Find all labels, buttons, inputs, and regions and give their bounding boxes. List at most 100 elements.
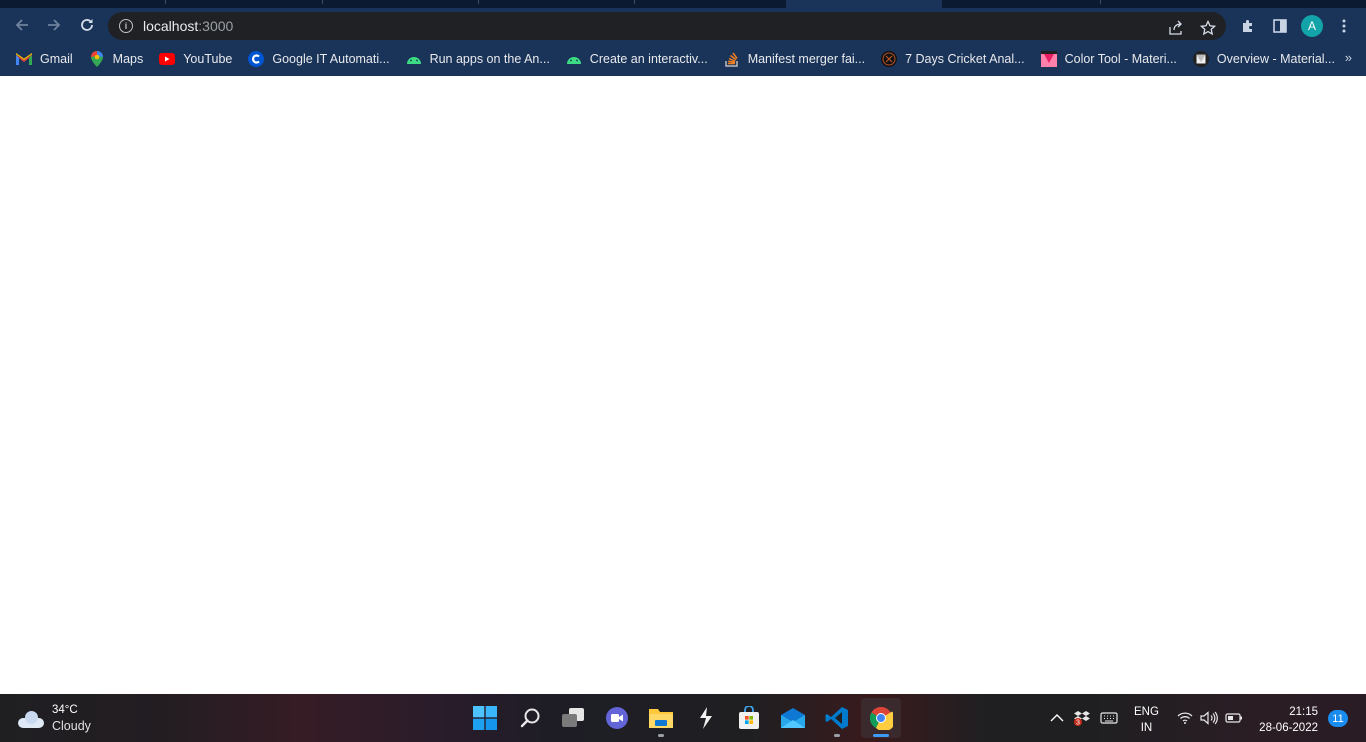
stackoverflow-icon	[724, 51, 740, 67]
address-bar[interactable]: i localhost:3000	[108, 12, 1226, 40]
tab-separator	[478, 0, 479, 4]
lightning-icon	[700, 707, 712, 729]
gmail-icon	[16, 51, 32, 67]
task-view-button[interactable]	[553, 698, 593, 738]
store-icon	[739, 706, 759, 729]
battery-icon	[1225, 713, 1242, 723]
tab-separator	[634, 0, 635, 4]
dropbox-tray-icon[interactable]: 3	[1072, 694, 1092, 742]
side-panel-icon	[1273, 19, 1287, 33]
browser-menu-button[interactable]	[1334, 16, 1354, 36]
cricket-icon	[881, 50, 898, 67]
bookmarks-overflow-button[interactable]: »	[1345, 50, 1352, 65]
teams-chat-button[interactable]	[597, 698, 637, 738]
chrome-button[interactable]	[861, 698, 901, 738]
weather-condition: Cloudy	[52, 719, 91, 733]
bookmark-label: Gmail	[40, 51, 73, 66]
language-region: IN	[1140, 722, 1153, 734]
bookmark-google-it-automation[interactable]: Google IT Automati...	[240, 45, 397, 73]
dropbox-icon: 3	[1074, 711, 1090, 727]
search-icon	[520, 708, 540, 728]
maps-icon	[89, 50, 105, 67]
clock[interactable]: 21:15 28-06-2022	[1259, 704, 1318, 736]
touch-keyboard-button[interactable]	[1099, 694, 1119, 742]
wifi-icon	[1177, 712, 1193, 724]
browser-toolbar: i localhost:3000 A	[0, 8, 1366, 41]
share-icon	[1169, 20, 1182, 35]
bookmark-label: 7 Days Cricket Anal...	[905, 51, 1025, 66]
bookmark-overview-material[interactable]: Overview - Material...	[1185, 45, 1343, 73]
bookmark-manifest-merger[interactable]: Manifest merger fai...	[716, 45, 873, 73]
bookmark-youtube[interactable]: YouTube	[151, 45, 240, 73]
youtube-icon	[159, 51, 176, 67]
android-icon	[566, 51, 582, 67]
lightning-app-button[interactable]	[685, 698, 725, 738]
forward-button[interactable]	[41, 12, 67, 38]
weather-widget[interactable]: 34°C Cloudy	[18, 703, 91, 734]
tab-separator	[1100, 0, 1101, 4]
extensions-button[interactable]	[1238, 16, 1258, 36]
bookmark-label: YouTube	[183, 51, 233, 66]
dropbox-badge: 3	[1076, 720, 1080, 727]
taskbar: 34°C Cloudy 3 ENG IN 21:15 28-06-2022 11	[0, 694, 1366, 742]
speaker-icon	[1200, 711, 1218, 725]
network-button[interactable]	[1176, 694, 1194, 742]
mail-icon	[781, 708, 805, 728]
bookmarks-bar: Gmail Maps YouTube Google IT Automati...…	[0, 41, 1366, 76]
bookmark-label: Create an interactiv...	[589, 51, 708, 66]
bookmark-label: Color Tool - Materi...	[1064, 51, 1177, 66]
url-port: :3000	[198, 18, 234, 34]
reload-button[interactable]	[74, 12, 100, 38]
keyboard-icon	[1100, 712, 1118, 724]
bookmark-label: Google IT Automati...	[272, 51, 390, 66]
bookmark-label: Manifest merger fai...	[747, 51, 866, 66]
bookmark-gmail[interactable]: Gmail	[8, 45, 81, 73]
bookmark-color-tool[interactable]: Color Tool - Materi...	[1033, 45, 1185, 73]
url-text[interactable]: localhost:3000	[143, 18, 233, 34]
star-icon	[1200, 20, 1216, 36]
clock-date: 28-06-2022	[1259, 722, 1318, 734]
bookmark-maps[interactable]: Maps	[81, 45, 152, 73]
tab-separator	[165, 0, 166, 4]
share-button[interactable]	[1166, 18, 1186, 38]
show-hidden-icons-button[interactable]	[1048, 694, 1066, 742]
arrow-left-icon	[15, 19, 28, 31]
active-indicator	[873, 734, 889, 737]
microsoft-store-button[interactable]	[729, 698, 769, 738]
active-tab[interactable]	[786, 0, 942, 8]
chat-icon	[606, 707, 628, 729]
arrow-right-icon	[48, 19, 61, 31]
vscode-icon	[825, 707, 848, 729]
tab-strip	[0, 0, 1366, 8]
bookmark-run-apps-android[interactable]: Run apps on the An...	[398, 45, 558, 73]
language-code: ENG	[1134, 706, 1159, 718]
mail-button[interactable]	[773, 698, 813, 738]
notification-center-badge[interactable]: 11	[1328, 710, 1348, 727]
start-button[interactable]	[465, 698, 505, 738]
volume-button[interactable]	[1199, 694, 1219, 742]
page-content	[0, 76, 1366, 694]
battery-button[interactable]	[1224, 694, 1244, 742]
vscode-button[interactable]	[817, 698, 857, 738]
file-explorer-button[interactable]	[641, 698, 681, 738]
input-language-button[interactable]: ENG IN	[1134, 704, 1159, 736]
bookmark-cricket-analysis[interactable]: 7 Days Cricket Anal...	[873, 45, 1033, 73]
tab-separator	[322, 0, 323, 4]
running-indicator	[834, 734, 840, 737]
more-vert-icon	[1342, 19, 1346, 33]
chevron-up-icon	[1050, 714, 1064, 722]
search-button[interactable]	[510, 698, 550, 738]
back-button[interactable]	[9, 12, 35, 38]
chrome-icon	[869, 707, 893, 730]
task-view-icon	[562, 708, 584, 727]
cloud-icon	[18, 710, 44, 728]
side-panel-button[interactable]	[1270, 16, 1290, 36]
android-icon	[406, 51, 422, 67]
folder-icon	[649, 709, 673, 728]
site-info-icon[interactable]: i	[119, 19, 133, 33]
profile-avatar[interactable]: A	[1301, 15, 1323, 37]
bookmark-create-interactive[interactable]: Create an interactiv...	[558, 45, 716, 73]
bookmark-label: Maps	[112, 51, 144, 66]
bookmark-label: Run apps on the An...	[429, 51, 550, 66]
bookmark-star-button[interactable]	[1198, 18, 1218, 38]
